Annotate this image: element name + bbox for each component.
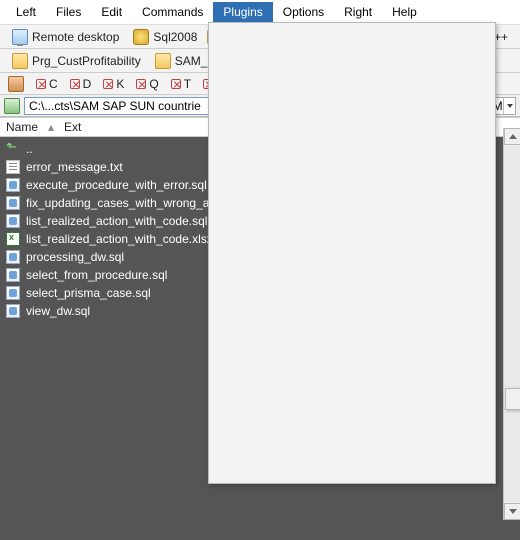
drive-disconnect-icon — [103, 79, 113, 89]
remote-desktop-label: Remote desktop — [32, 30, 119, 44]
file-name: processing_dw.sql — [26, 250, 124, 264]
chevron-down-icon[interactable] — [503, 98, 515, 114]
sql-file-icon — [6, 178, 20, 192]
plugins-dropdown-panel[interactable] — [208, 22, 496, 484]
menu-right[interactable]: Right — [334, 2, 382, 22]
file-name: list_realized_action_with_code.sql — [26, 214, 207, 228]
sql-file-icon — [6, 196, 20, 210]
drive-t-button[interactable]: T — [171, 77, 191, 91]
sql-file-icon — [6, 268, 20, 282]
sort-asc-icon: ▴ — [48, 120, 54, 134]
drive-icon — [4, 98, 20, 114]
file-name: select_from_procedure.sql — [26, 268, 167, 282]
menu-files[interactable]: Files — [46, 2, 91, 22]
file-name: list_realized_action_with_code.xlsx — [26, 232, 213, 246]
sql-file-icon — [6, 214, 20, 228]
file-name: error_message.txt — [26, 160, 123, 174]
menu-help[interactable]: Help — [382, 2, 427, 22]
col-ext[interactable]: Ext — [64, 120, 81, 134]
package-icon[interactable] — [8, 76, 24, 92]
sql-file-icon — [6, 304, 20, 318]
file-name: fix_updating_cases_with_wrong_ac — [26, 196, 215, 210]
monitor-icon — [12, 29, 28, 45]
sql-file-icon — [6, 286, 20, 300]
menu-commands[interactable]: Commands — [132, 2, 213, 22]
drive-letter: K — [116, 77, 124, 91]
context-menu[interactable]: Cre — [505, 388, 520, 410]
file-name: .. — [26, 142, 33, 156]
up-arrow-icon — [6, 142, 20, 156]
drive-letter: Q — [149, 77, 158, 91]
file-name: select_prisma_case.sql — [26, 286, 151, 300]
sql2008-label: Sql2008 — [153, 30, 197, 44]
menu-edit[interactable]: Edit — [91, 2, 132, 22]
xlsx-file-icon — [6, 232, 20, 246]
vertical-scrollbar[interactable] — [503, 128, 520, 520]
menu-plugins[interactable]: Plugins — [213, 2, 272, 22]
drive-c-button[interactable]: C — [36, 77, 58, 91]
sql2008-button[interactable]: Sql2008 — [129, 28, 201, 46]
folder-icon — [155, 53, 171, 69]
col-name[interactable]: Name — [6, 120, 38, 134]
scroll-down-button[interactable] — [504, 503, 520, 520]
menu-options[interactable]: Options — [273, 2, 334, 22]
tab1-label: Prg_CustProfitability — [32, 54, 141, 68]
remote-desktop-button[interactable]: Remote desktop — [8, 28, 123, 46]
database-icon — [133, 29, 149, 45]
menu-left[interactable]: Left — [6, 2, 46, 22]
drive-disconnect-icon — [171, 79, 181, 89]
file-name: view_dw.sql — [26, 304, 90, 318]
status-bar — [0, 520, 520, 540]
drive-letter: D — [83, 77, 92, 91]
drive-q-button[interactable]: Q — [136, 77, 158, 91]
drive-disconnect-icon — [136, 79, 146, 89]
drive-letter: C — [49, 77, 58, 91]
sql-file-icon — [6, 250, 20, 264]
txt-file-icon — [6, 160, 20, 174]
tab-prg-custprofitability[interactable]: Prg_CustProfitability — [8, 52, 145, 70]
folder-icon — [12, 53, 28, 69]
drive-d-button[interactable]: D — [70, 77, 92, 91]
drive-letter: T — [184, 77, 191, 91]
file-name: execute_procedure_with_error.sql — [26, 178, 207, 192]
path-text: C:\...cts\SAM SAP SUN countrie — [29, 99, 201, 113]
scroll-up-button[interactable] — [504, 128, 520, 145]
drive-k-button[interactable]: K — [103, 77, 124, 91]
drive-disconnect-icon — [36, 79, 46, 89]
drive-disconnect-icon — [70, 79, 80, 89]
